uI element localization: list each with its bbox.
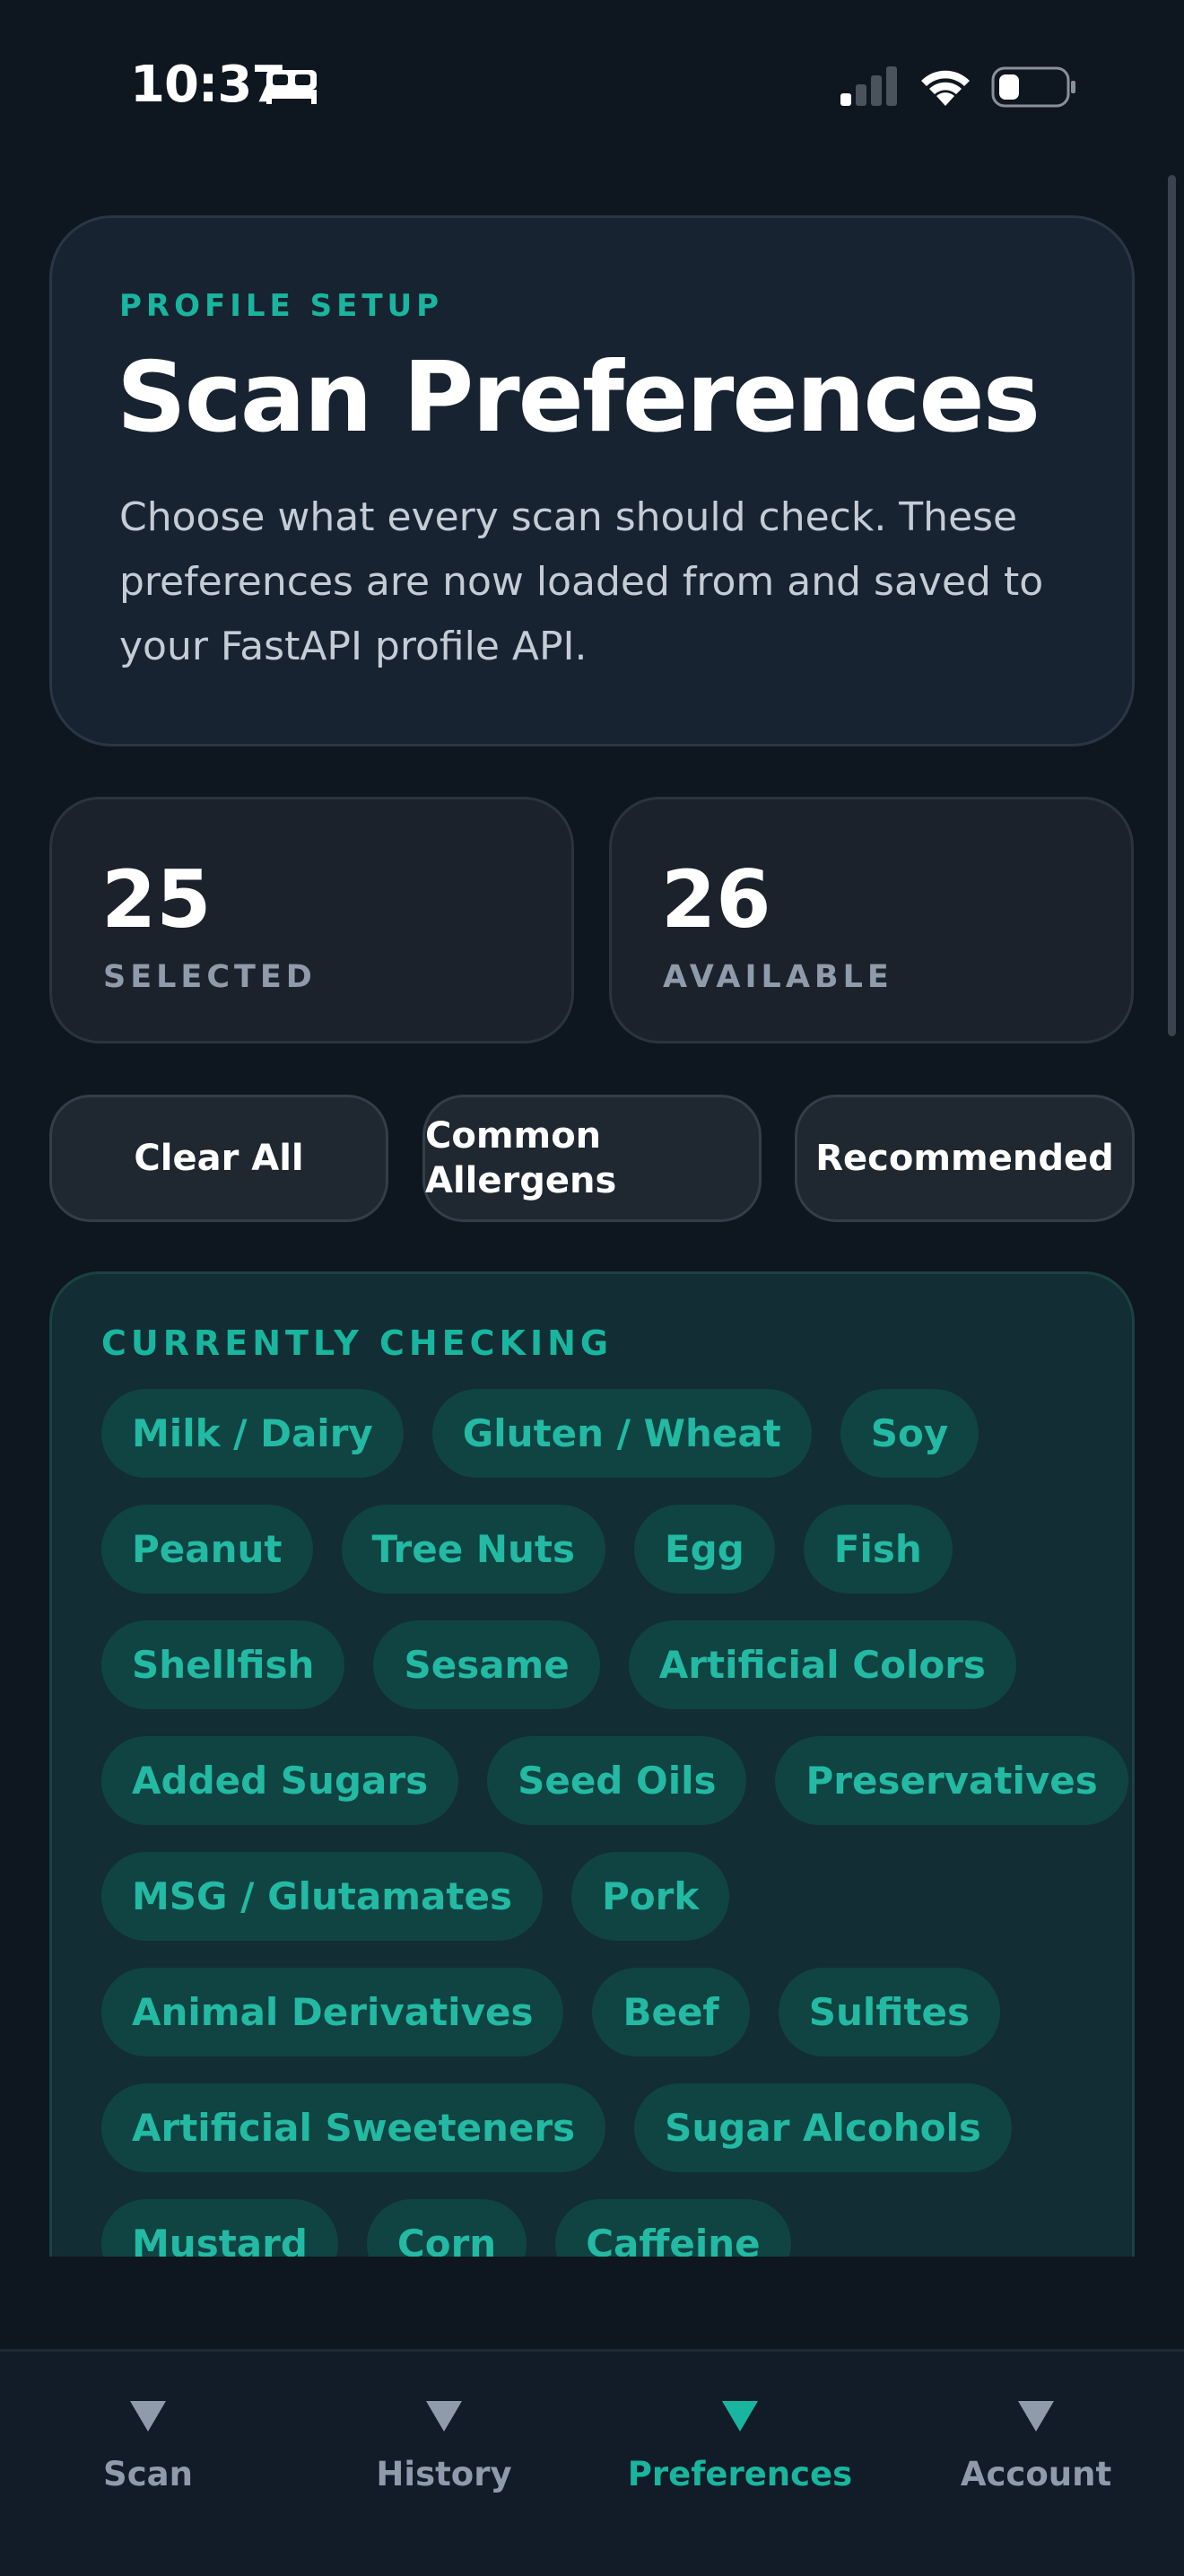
preference-chip[interactable]: Mustard [101, 2199, 338, 2257]
available-stat-card: 26 AVAILABLE [609, 797, 1134, 1043]
preference-chip[interactable]: Soy [840, 1389, 979, 1478]
preference-chip[interactable]: Milk / Dairy [101, 1389, 404, 1478]
tab-label: Preferences [627, 2455, 853, 2493]
scan-tab-icon [130, 2401, 166, 2432]
recommended-button[interactable]: Recommended [795, 1095, 1135, 1222]
chip-row: Added Sugars Seed Oils Preservatives [101, 1736, 1128, 1825]
preference-chip[interactable]: Peanut [101, 1505, 313, 1594]
tab-account[interactable]: Account [888, 2401, 1184, 2493]
selected-count: 25 [101, 853, 212, 946]
preference-chip[interactable]: Sulfites [778, 1968, 1000, 2056]
common-allergens-button[interactable]: Common Allergens [422, 1095, 762, 1222]
clear-all-button[interactable]: Clear All [49, 1095, 388, 1222]
preference-chip[interactable]: Preservatives [775, 1736, 1128, 1825]
scrollbar[interactable] [1168, 175, 1176, 1036]
selected-stat-card: 25 SELECTED [49, 797, 574, 1043]
history-tab-icon [426, 2401, 462, 2432]
battery-icon [991, 66, 1075, 108]
chip-row: Peanut Tree Nuts Egg Fish [101, 1505, 1097, 1594]
tab-label: Scan [103, 2455, 193, 2493]
available-count: 26 [661, 853, 771, 946]
tab-history[interactable]: History [296, 2401, 592, 2493]
chip-row: Milk / Dairy Gluten / Wheat Soy [101, 1389, 1097, 1478]
section-eyebrow: PROFILE SETUP [119, 288, 444, 324]
preference-chip[interactable]: Corn [366, 2199, 527, 2257]
chip-row: Artificial Sweeteners Sugar Alcohols [101, 2083, 1097, 2172]
preference-chip[interactable]: Animal Derivatives [101, 1968, 564, 2056]
preference-chip-list: Milk / Dairy Gluten / Wheat Soy Peanut Tree … [101, 1389, 1128, 2257]
chip-row: Shellfish Sesame Artificial Colors [101, 1620, 1097, 1709]
preference-chip[interactable]: Pork [570, 1852, 730, 1941]
page-description: Choose what every scan should check. The… [119, 494, 1044, 669]
preferences-tab-icon [722, 2401, 758, 2432]
preference-chip[interactable]: Added Sugars [101, 1736, 459, 1825]
common-allergens-label-line2: Allergens [425, 1160, 617, 1201]
preference-chip[interactable]: Artificial Colors [628, 1620, 1016, 1709]
preference-chip[interactable]: Seed Oils [487, 1736, 747, 1825]
tab-preferences[interactable]: Preferences [592, 2401, 888, 2493]
chip-row: Animal Derivatives Beef Sulfites [101, 1968, 1097, 2056]
status-time: 10:37 [130, 56, 286, 114]
status-bar: 10:37 [0, 0, 1184, 170]
currently-checking-panel: CURRENTLY CHECKING Milk / Dairy Gluten / … [49, 1271, 1135, 2257]
cellular-signal-icon [840, 66, 897, 106]
available-label: AVAILABLE [663, 959, 893, 995]
selected-label: SELECTED [103, 959, 317, 995]
common-allergens-label-line1: Common [425, 1115, 602, 1157]
profile-setup-card: PROFILE SETUP Scan Preferences Choose wh… [49, 215, 1135, 747]
page-title: Scan Preferences [117, 342, 1040, 454]
preference-chip[interactable]: Artificial Sweeteners [101, 2083, 606, 2172]
preference-chip[interactable]: Gluten / Wheat [431, 1389, 812, 1478]
preference-chip[interactable]: Tree Nuts [341, 1505, 605, 1594]
tab-scan[interactable]: Scan [0, 2401, 296, 2493]
sleep-mode-icon [266, 70, 317, 104]
tab-label: Account [960, 2455, 1112, 2493]
preference-chip[interactable]: Sugar Alcohols [634, 2083, 1012, 2172]
chip-row: MSG / Glutamates Pork [101, 1852, 1097, 1941]
chip-row: Mustard Corn Caffeine [101, 2199, 1097, 2257]
preference-chip[interactable]: Sesame [373, 1620, 600, 1709]
wifi-icon [921, 70, 970, 106]
preference-chip[interactable]: Shellfish [101, 1620, 345, 1709]
preference-chip[interactable]: MSG / Glutamates [101, 1852, 543, 1941]
preference-chip[interactable]: Egg [633, 1505, 775, 1594]
preference-chip[interactable]: Beef [592, 1968, 750, 2056]
account-tab-icon [1018, 2401, 1054, 2432]
tab-label: History [376, 2455, 512, 2493]
currently-checking-title: CURRENTLY CHECKING [101, 1323, 614, 1363]
preference-chip[interactable]: Caffeine [555, 2199, 791, 2257]
preferences-scroll-area[interactable]: PROFILE SETUP Scan Preferences Choose wh… [0, 170, 1184, 2257]
bottom-tab-bar: Scan History Preferences Account [0, 2349, 1184, 2576]
preference-chip[interactable]: Fish [803, 1505, 953, 1594]
